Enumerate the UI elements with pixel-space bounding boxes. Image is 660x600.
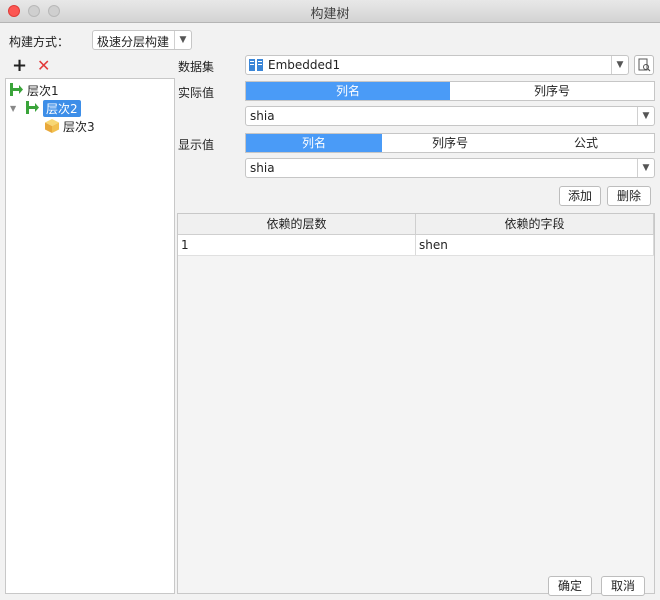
display-value-field-select[interactable]: shia ▼ — [245, 158, 655, 178]
dataset-select[interactable]: Embedded1 ▼ — [245, 55, 629, 75]
tree-node-label: 层次3 — [63, 119, 95, 134]
table-header: 依赖的层数 依赖的字段 — [178, 214, 654, 235]
chevron-down-icon: ▼ — [637, 107, 654, 125]
dependency-table: 依赖的层数 依赖的字段 1 shen — [177, 213, 655, 594]
dialog-content: 构建方式： 极速分层构建 ▼ + ✕ 层次1 ▼ 层次2 层次3 数据集 Emb… — [0, 23, 660, 600]
dataset-preview-button[interactable] — [634, 55, 654, 75]
hierarchy-node-icon — [26, 101, 39, 114]
dataset-label: 数据集 — [178, 60, 215, 74]
actual-value-label: 实际值 — [178, 86, 215, 100]
tab-formula[interactable]: 公式 — [518, 134, 654, 152]
document-search-icon — [638, 58, 651, 72]
delete-node-icon[interactable]: ✕ — [37, 57, 50, 75]
tab-column-index[interactable]: 列序号 — [450, 82, 654, 100]
tree-panel: 层次1 ▼ 层次2 层次3 — [5, 78, 175, 594]
chevron-down-icon: ▼ — [611, 56, 628, 74]
display-value-label: 显示值 — [178, 138, 215, 152]
chevron-down-icon: ▼ — [174, 31, 191, 49]
expand-arrow-icon[interactable]: ▼ — [10, 104, 24, 113]
chevron-down-icon: ▼ — [637, 159, 654, 177]
add-button[interactable]: 添加 — [559, 186, 601, 206]
cancel-button[interactable]: 取消 — [601, 576, 645, 596]
build-mode-label: 构建方式： — [9, 35, 70, 49]
table-row[interactable]: 1 shen — [178, 235, 654, 256]
title-bar: 构建树 — [0, 0, 660, 23]
display-value-tabs: 列名 列序号 公式 — [245, 133, 655, 153]
dataset-icon — [249, 59, 263, 71]
hierarchy-node-icon — [10, 83, 23, 96]
tab-column-index[interactable]: 列序号 — [382, 134, 518, 152]
tree-node-label: 层次1 — [27, 83, 59, 98]
cube-node-icon — [45, 119, 59, 133]
add-node-icon[interactable]: + — [12, 57, 27, 75]
build-mode-select[interactable]: 极速分层构建 ▼ — [92, 30, 192, 50]
tree-node-level3[interactable]: 层次3 — [44, 117, 95, 135]
actual-value-field: shia — [250, 109, 275, 123]
dataset-value: Embedded1 — [268, 58, 341, 72]
tab-column-name[interactable]: 列名 — [246, 134, 382, 152]
tree-node-level2[interactable]: ▼ 层次2 — [10, 99, 81, 117]
column-header[interactable]: 依赖的层数 — [178, 214, 416, 234]
tree-node-label-selected: 层次2 — [43, 99, 81, 117]
build-mode-value: 极速分层构建 — [97, 35, 170, 49]
display-value-field: shia — [250, 161, 275, 175]
delete-button[interactable]: 删除 — [607, 186, 651, 206]
actual-value-field-select[interactable]: shia ▼ — [245, 106, 655, 126]
window-title: 构建树 — [310, 7, 350, 22]
table-cell[interactable]: shen — [416, 235, 654, 255]
tab-column-name[interactable]: 列名 — [246, 82, 450, 100]
column-header[interactable]: 依赖的字段 — [416, 214, 654, 234]
table-cell[interactable]: 1 — [178, 235, 416, 255]
ok-button[interactable]: 确定 — [548, 576, 592, 596]
actual-value-tabs: 列名 列序号 — [245, 81, 655, 101]
tree-node-level1[interactable]: 层次1 — [8, 81, 59, 99]
